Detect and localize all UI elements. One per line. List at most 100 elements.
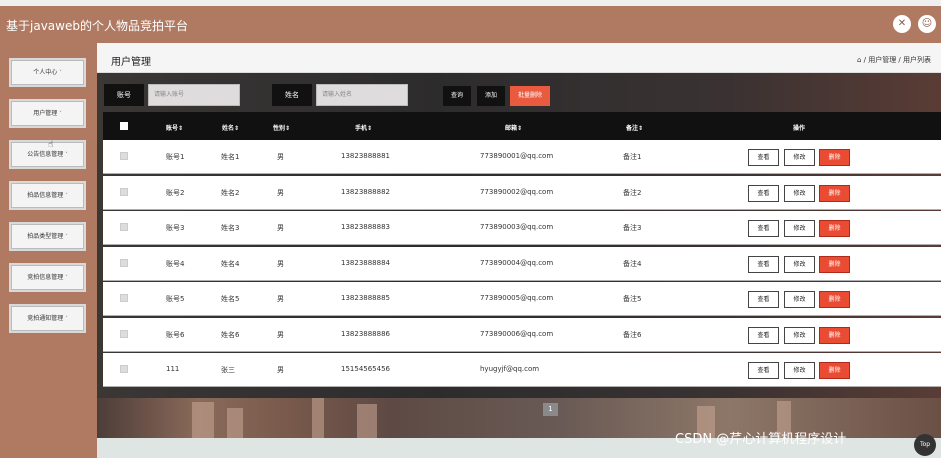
user-icon[interactable]: ☺ [918,15,936,33]
add-button[interactable]: 添加 [477,86,505,106]
view-button[interactable]: 查看 [748,220,779,237]
view-button[interactable]: 查看 [748,326,779,344]
view-button[interactable]: 查看 [748,149,779,166]
row-checkbox[interactable] [120,294,128,302]
app-title: 基于javaweb的个人物品竞拍平台 [6,19,188,33]
cell-name: 姓名6 [221,330,240,339]
edit-button[interactable]: 修改 [784,326,815,344]
cell-email: 773890005@qq.com [480,294,554,302]
app-header: 基于javaweb的个人物品竞拍平台 ✕ ☺ [0,6,941,43]
column-header-note[interactable]: 备注⇕ [626,123,643,132]
delete-button[interactable]: 删除 [819,326,850,344]
pagination-page-1[interactable]: 1 [543,403,558,416]
name-search-input[interactable]: 请输入姓名 [316,84,408,106]
row-checkbox[interactable] [120,152,128,160]
sidebar-item-user-management[interactable]: 用户管理 ˅ [9,99,86,128]
cell-account: 账号6 [166,330,185,339]
chevron-down-icon: ˅ [59,111,62,117]
cell-email: 773890003@qq.com [480,223,554,231]
account-search-input[interactable]: 请输入账号 [148,84,240,106]
delete-button[interactable]: 删除 [819,149,850,166]
view-button[interactable]: 查看 [748,362,779,379]
chevron-down-icon: ˅ [65,193,68,199]
table-header: 账号⇕ 姓名⇕ 性别⇕ 手机⇕ 邮箱⇕ 备注⇕ 操作 [103,112,941,140]
back-to-top-button[interactable]: Top [914,434,936,456]
cell-gender: 男 [277,295,284,303]
delete-button[interactable]: 删除 [819,291,850,308]
chevron-down-icon: ˅ [59,70,62,76]
cell-name: 姓名3 [221,224,240,232]
name-label: 姓名 [272,84,312,106]
fullscreen-icon[interactable]: ✕ [893,15,911,33]
view-button[interactable]: 查看 [748,184,779,202]
cell-gender: 男 [277,153,284,161]
cell-gender: 男 [277,330,284,339]
row-checkbox[interactable] [120,329,128,338]
column-header-name[interactable]: 姓名⇕ [222,123,239,132]
query-button[interactable]: 查询 [443,86,471,106]
delete-button[interactable]: 删除 [819,220,850,237]
row-checkbox[interactable] [120,258,128,267]
batch-delete-button[interactable]: 批量删除 [510,86,550,106]
cell-name: 姓名2 [221,188,240,197]
cell-phone: 13823888883 [341,223,390,231]
cell-note: 备注2 [623,188,642,197]
cell-name: 姓名4 [221,259,240,268]
cell-phone: 13823888885 [341,294,390,302]
watermark-text: CSDN @芹心计算机程序设计 [675,432,847,447]
row-checkbox[interactable] [120,187,128,196]
cell-account: 111 [166,365,180,373]
cell-gender: 男 [277,188,284,197]
cell-phone: 13823888886 [341,329,390,338]
select-all-checkbox[interactable] [120,122,128,130]
edit-button[interactable]: 修改 [784,291,815,308]
cell-note: 备注6 [623,330,642,339]
table-row: 账号3 姓名3 男 13823888883 773890003@qq.com 备注3 查看修… [103,211,941,245]
edit-button[interactable]: 修改 [784,362,815,379]
cell-gender: 男 [277,259,284,268]
sidebar-item-personal-center[interactable]: 个人中心 ˅ [9,58,86,87]
cell-email: 773890006@qq.com [480,329,554,338]
sidebar-item-auction-info-management[interactable]: 竞拍信息管理 ˅ [9,263,86,292]
edit-button[interactable]: 修改 [784,220,815,237]
cell-phone: 13823888881 [341,152,390,160]
row-checkbox[interactable] [120,223,128,231]
hand-cursor-icon: ☝ [48,140,54,150]
cell-note: 备注5 [623,295,642,303]
view-button[interactable]: 查看 [748,255,779,273]
cell-name: 姓名5 [221,295,240,303]
cell-account: 账号4 [166,259,185,268]
column-header-gender[interactable]: 性别⇕ [273,123,290,132]
sidebar: 个人中心 ˅ 用户管理 ˅ 公告信息管理 ˅ 拍品信息管理 ˅ 拍品类型管理 ˅ 竞拍信息… [0,43,97,458]
cell-gender: 男 [277,224,284,232]
column-header-actions: 操作 [793,125,806,132]
chevron-down-icon: ˅ [65,275,68,281]
sidebar-item-lot-type-management[interactable]: 拍品类型管理 ˅ [9,222,86,251]
main-content: 用户管理 ⌂ / 用户管理 / 用户列表 账号 请输入账号 姓名 请输入姓名 查… [97,43,941,458]
table-row: 账号1 姓名1 男 13823888881 773890001@qq.com 备注1 查看修… [103,140,941,174]
account-label: 账号 [104,84,144,106]
breadcrumb[interactable]: ⌂ / 用户管理 / 用户列表 [857,55,931,65]
edit-button[interactable]: 修改 [784,184,815,202]
cell-note: 备注4 [623,259,642,268]
sidebar-item-auction-notice-management[interactable]: 竞拍通知管理 ˅ [9,304,86,333]
delete-button[interactable]: 删除 [819,255,850,273]
cell-name: 姓名1 [221,153,240,161]
cell-note: 备注1 [623,153,642,161]
delete-button[interactable]: 删除 [819,362,850,379]
table-row: 账号6 姓名6 男 13823888886 773890006@qq.com 备注6 查看修… [103,317,941,352]
row-checkbox[interactable] [120,365,128,373]
delete-button[interactable]: 删除 [819,184,850,202]
edit-button[interactable]: 修改 [784,149,815,166]
view-button[interactable]: 查看 [748,291,779,308]
column-header-email[interactable]: 邮箱⇕ [505,123,522,132]
column-header-phone[interactable]: 手机⇕ [355,123,372,132]
sidebar-item-lot-info-management[interactable]: 拍品信息管理 ˅ [9,181,86,210]
chevron-down-icon: ˅ [65,152,68,158]
cell-account: 账号3 [166,224,185,232]
cell-phone: 15154565456 [341,365,390,373]
edit-button[interactable]: 修改 [784,255,815,273]
column-header-account[interactable]: 账号⇕ [166,123,183,132]
cell-phone: 13823888882 [341,187,390,196]
cell-account: 账号2 [166,188,185,197]
